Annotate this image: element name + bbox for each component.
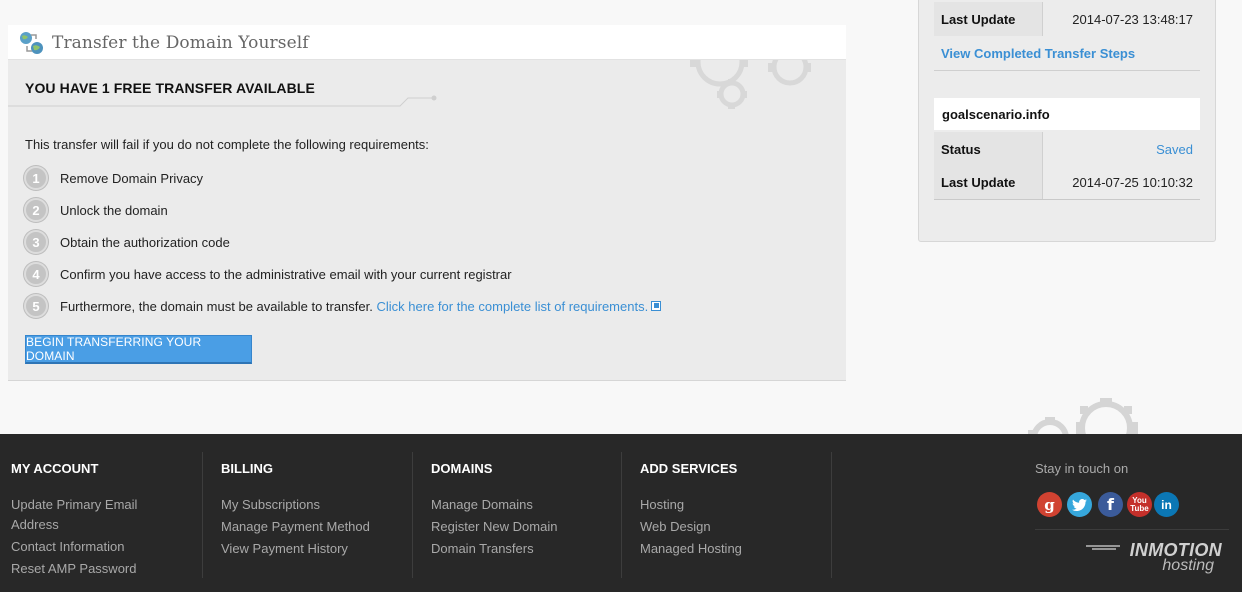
footer-link[interactable]: View Payment History (221, 541, 348, 556)
footer-link[interactable]: Manage Payment Method (221, 519, 370, 534)
requirement-item: 2 Unlock the domain (24, 198, 168, 222)
twitter-bird-icon (1072, 498, 1087, 511)
footer-link[interactable]: Update Primary Email (11, 497, 137, 512)
footer-column-heading: MY ACCOUNT (11, 461, 99, 476)
transfer-status-box: Last Update 2014-07-23 13:48:17 View Com… (918, 0, 1216, 242)
footer-link[interactable]: Web Design (640, 519, 711, 534)
step-number-badge: 4 (24, 262, 48, 286)
youtube-icon[interactable]: You Tube (1127, 492, 1152, 517)
gears-decoration-icon (1028, 398, 1138, 436)
transfer-panel-header: Transfer the Domain Yourself (8, 25, 846, 60)
footer-separator (412, 452, 413, 578)
footer-column-heading: BILLING (221, 461, 273, 476)
domain-name: goalscenario.info (934, 98, 1200, 130)
linkedin-icon[interactable]: in (1154, 492, 1179, 517)
requirement-text: Obtain the authorization code (60, 234, 230, 250)
step-number-badge: 2 (24, 198, 48, 222)
external-link-icon (651, 300, 662, 311)
requirements-list-link[interactable]: Click here for the complete list of requ… (377, 299, 649, 314)
requirement-item: 1 Remove Domain Privacy (24, 166, 203, 190)
requirement-text: Remove Domain Privacy (60, 170, 204, 186)
footer-link[interactable]: Manage Domains (431, 497, 533, 512)
google-plus-icon[interactable]: g (1037, 492, 1062, 517)
footer-column-heading: ADD SERVICES (640, 461, 738, 476)
last-update-value: 2014-07-25 10:10:32 (1043, 166, 1200, 199)
step-number-badge: 1 (24, 166, 48, 190)
requirement-item: 4 Confirm you have access to the adminis… (24, 262, 512, 286)
logo-sub-text: hosting (1162, 557, 1214, 574)
footer-separator (831, 452, 832, 578)
requirement-item: 3 Obtain the authorization code (24, 230, 230, 254)
status-value: Saved (1043, 132, 1200, 166)
logo-swoosh-icon (1086, 545, 1120, 550)
globe-transfer-icon (20, 32, 43, 54)
step-number-badge: 5 (24, 294, 48, 318)
footer-link[interactable]: Domain Transfers (431, 541, 534, 556)
footer-column-heading: DOMAINS (431, 461, 493, 476)
stay-in-touch-label: Stay in touch on (1035, 461, 1129, 476)
last-update-row: Last Update 2014-07-23 13:48:17 (934, 2, 1200, 36)
divider (934, 70, 1200, 71)
footer-link[interactable]: Hosting (640, 497, 684, 512)
site-footer: MY ACCOUNT Update Primary Email Address … (0, 434, 1242, 592)
begin-transfer-button[interactable]: BEGIN TRANSFERRING YOUR DOMAIN (25, 335, 252, 364)
panel-title: Transfer the Domain Yourself (52, 33, 309, 53)
gears-decoration-icon (690, 60, 811, 109)
footer-link[interactable]: Address (11, 517, 59, 532)
requirement-text: Furthermore, the domain must be availabl… (60, 298, 373, 314)
last-update-label: Last Update (934, 2, 1043, 36)
status-label: Status (934, 132, 1043, 166)
requirement-text: Confirm you have access to the administr… (60, 266, 512, 282)
last-update-label: Last Update (934, 166, 1043, 199)
transfer-panel: YOU HAVE 1 FREE TRANSFER AVAILABLE This … (8, 60, 846, 381)
twitter-icon[interactable] (1067, 492, 1092, 517)
requirement-item: 5 Furthermore, the domain must be availa… (24, 294, 662, 318)
requirements-intro: This transfer will fail if you do not co… (25, 137, 429, 152)
footer-separator (621, 452, 622, 578)
heading-underline-decoration (8, 95, 437, 107)
view-completed-steps-link[interactable]: View Completed Transfer Steps (941, 46, 1135, 61)
footer-link[interactable]: Register New Domain (431, 519, 557, 534)
requirement-text-with-link: Furthermore, the domain must be availabl… (60, 298, 662, 314)
footer-link[interactable]: My Subscriptions (221, 497, 320, 512)
footer-link[interactable]: Contact Information (11, 539, 124, 554)
status-row: Status Saved (934, 132, 1200, 166)
inmotion-hosting-logo: INMOTION hosting (1086, 540, 1226, 584)
facebook-icon[interactable]: f (1098, 492, 1123, 517)
footer-link[interactable]: Reset AMP Password (11, 561, 136, 576)
last-update-row: Last Update 2014-07-25 10:10:32 (934, 166, 1200, 200)
footer-separator (202, 452, 203, 578)
last-update-value: 2014-07-23 13:48:17 (1043, 2, 1200, 36)
requirement-text: Unlock the domain (60, 202, 168, 218)
divider (1035, 529, 1229, 530)
step-number-badge: 3 (24, 230, 48, 254)
footer-link[interactable]: Managed Hosting (640, 541, 742, 556)
